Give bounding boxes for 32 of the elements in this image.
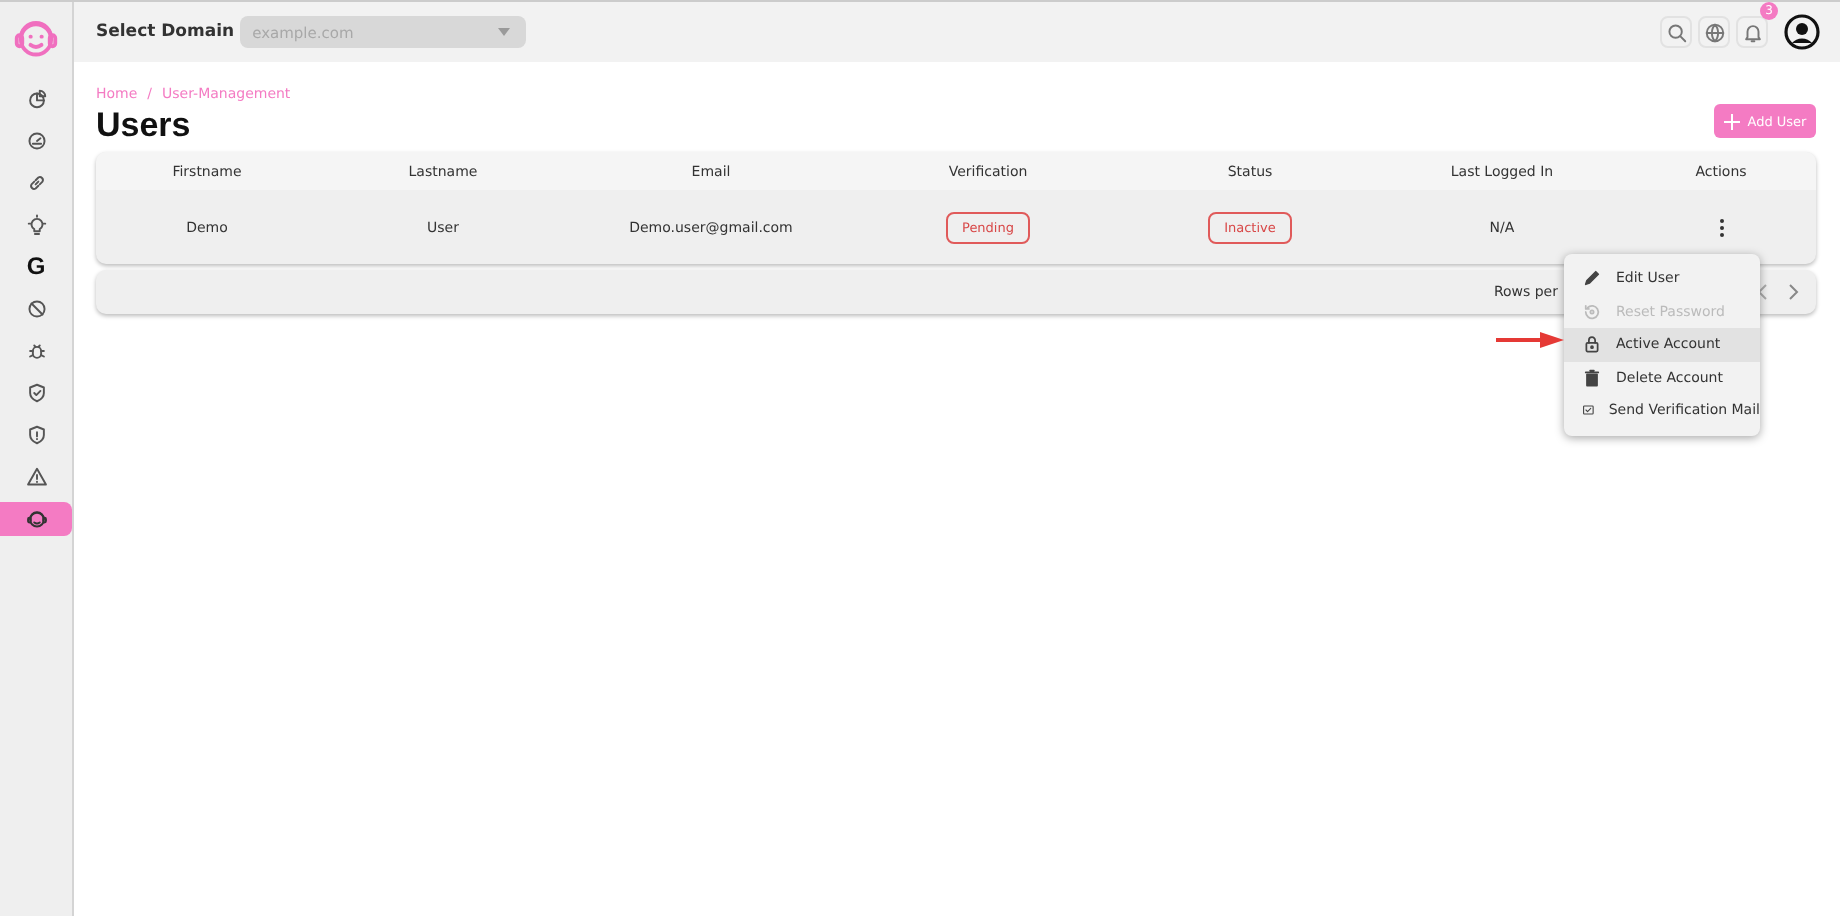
globe-icon — [1703, 21, 1725, 43]
caret-icon — [498, 28, 511, 36]
sidebar-item[interactable]: G — [0, 250, 72, 282]
pie-chart-icon — [25, 87, 47, 109]
lock-icon — [1582, 334, 1602, 355]
shield-check-icon — [25, 381, 47, 403]
trash-icon — [1582, 367, 1602, 388]
next-page-icon[interactable] — [1788, 284, 1800, 300]
annotation-arrow — [1496, 332, 1564, 348]
logo-icon — [14, 16, 58, 60]
reset-icon — [1582, 301, 1602, 322]
checked-box-icon — [1582, 400, 1595, 421]
link-icon — [25, 171, 47, 193]
plus-icon — [1723, 113, 1740, 129]
pencil-icon — [1582, 268, 1602, 289]
search-button[interactable] — [1660, 16, 1692, 48]
language-button[interactable] — [1698, 16, 1730, 48]
search-icon — [1665, 21, 1687, 43]
shield-icon — [25, 423, 47, 445]
page-title: Users — [96, 106, 193, 146]
bulb-icon — [25, 213, 47, 235]
face-icon — [25, 508, 47, 530]
block-icon — [25, 297, 47, 319]
warning-icon — [25, 465, 47, 487]
previous-page-icon[interactable] — [1756, 284, 1768, 300]
avatar-icon[interactable] — [1784, 14, 1820, 50]
sidebar-item[interactable] — [0, 502, 72, 536]
more-icon[interactable] — [1717, 217, 1725, 237]
gauge-icon — [25, 129, 47, 151]
bell-icon — [1741, 21, 1763, 43]
domain-label: Select Domain — [96, 22, 235, 42]
bug-icon — [25, 339, 47, 361]
